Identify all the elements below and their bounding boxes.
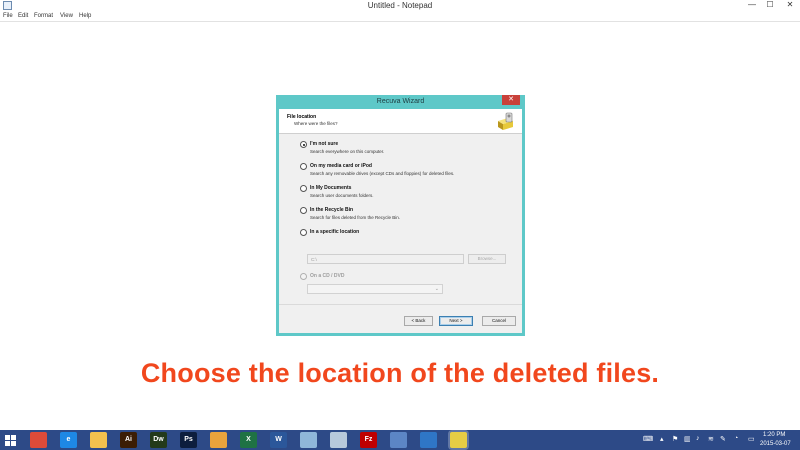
dialog-header: File location Where were the files? (279, 109, 522, 134)
option-label: In a specific location (310, 229, 360, 235)
excel-icon[interactable]: X (240, 432, 257, 448)
radio-cd-dvd[interactable] (300, 273, 307, 280)
recuva-wizard-dialog: Recuva Wizard ✕ File location Where were… (276, 95, 525, 336)
photoshop-icon[interactable]: Ps (180, 432, 197, 448)
radio-my-documents[interactable] (300, 185, 307, 192)
dialog-close-button[interactable]: ✕ (502, 95, 520, 105)
clock-time[interactable]: 1:20 PM (763, 432, 785, 438)
word-icon[interactable]: W (270, 432, 287, 448)
show-hidden-icons-icon[interactable]: ▴ (660, 435, 664, 443)
option-label: I'm not sure (310, 141, 339, 147)
filezilla-icon[interactable]: Fz (360, 432, 377, 448)
dialog-body: File location Where were the files? I'm … (279, 109, 522, 333)
file-explorer-icon[interactable] (90, 432, 107, 448)
flag-icon[interactable]: ⚑ (672, 435, 678, 443)
windows-start-icon[interactable] (5, 435, 16, 446)
option-label: On a CD / DVD (310, 273, 345, 279)
minimize-button[interactable]: — (745, 0, 759, 10)
dialog-title: Recuva Wizard (376, 98, 425, 105)
menu-view[interactable]: View (60, 13, 73, 19)
internet-explorer-icon[interactable]: e (60, 432, 77, 448)
header-title: File location (287, 114, 317, 120)
notification-icon[interactable]: ◔ (734, 435, 738, 442)
menu-format[interactable]: Format (34, 13, 53, 19)
taskbar: e Ai Dw Ps X W Fz ⌨ ▴ ⚑ ▥ ♪ ≋ ✎ ◔ ▭ 1:20 PM 20… (0, 430, 800, 450)
dialog-separator (279, 304, 522, 305)
clock-date[interactable]: 2015-03-07 (760, 441, 791, 447)
cd-drive-select[interactable]: ⌄ (307, 284, 443, 294)
notepad-alt-icon[interactable] (330, 432, 347, 448)
option-description: Search for files deleted from the Recycl… (310, 215, 401, 220)
radio-not-sure[interactable] (300, 141, 307, 148)
recuva-logo-icon (498, 112, 513, 130)
option-description: Search user documents folders. (310, 193, 374, 198)
teamviewer-icon[interactable] (420, 432, 437, 448)
outlook-icon[interactable] (210, 432, 227, 448)
menu-help[interactable]: Help (79, 13, 91, 19)
maximize-button[interactable]: ☐ (763, 0, 777, 10)
chevron-down-icon: ⌄ (434, 286, 439, 292)
option-label: In My Documents (310, 185, 352, 191)
cancel-button[interactable]: Cancel (482, 316, 516, 326)
monitor-icon[interactable]: ▭ (748, 435, 755, 443)
radio-specific-location[interactable] (300, 229, 307, 236)
option-label: On my media card or iPod (310, 163, 372, 169)
illustrator-icon[interactable]: Ai (120, 432, 137, 448)
notepad-titlebar: Untitled - Notepad — ☐ ✕ (0, 0, 800, 12)
chrome-icon[interactable] (30, 432, 47, 448)
window-title: Untitled - Notepad (367, 1, 433, 10)
back-button[interactable]: < Back (404, 316, 433, 326)
volume-icon[interactable]: ♪ (696, 435, 700, 442)
location-input[interactable]: C:\ (307, 254, 464, 264)
option-label: In the Recycle Bin (310, 207, 354, 213)
network-icon[interactable]: ▥ (684, 435, 691, 443)
close-button[interactable]: ✕ (783, 0, 797, 10)
header-subtitle: Where were the files? (294, 121, 338, 126)
radio-recycle-bin[interactable] (300, 207, 307, 214)
pen-icon[interactable]: ✎ (720, 435, 726, 443)
radio-media-card[interactable] (300, 163, 307, 170)
dialog-titlebar: Recuva Wizard ✕ (276, 95, 525, 109)
dreamweaver-icon[interactable]: Dw (150, 432, 167, 448)
notepad-app-icon[interactable] (300, 432, 317, 448)
instruction-caption: Choose the location of the deleted files… (140, 358, 660, 388)
option-description: Search any removable drives (except CDs … (310, 171, 455, 176)
menu-bar: File Edit Format View Help (0, 12, 800, 22)
keyboard-icon[interactable]: ⌨ (643, 435, 653, 443)
browse-button[interactable]: Browse... (468, 254, 506, 264)
menu-file[interactable]: File (3, 13, 13, 19)
option-description: Search everywhere on this computer. (310, 149, 385, 154)
menu-edit[interactable]: Edit (18, 13, 28, 19)
recuva-icon[interactable] (450, 432, 467, 448)
wifi-icon[interactable]: ≋ (708, 435, 714, 443)
network-icon[interactable] (390, 432, 407, 448)
next-button[interactable]: Next > (439, 316, 473, 326)
